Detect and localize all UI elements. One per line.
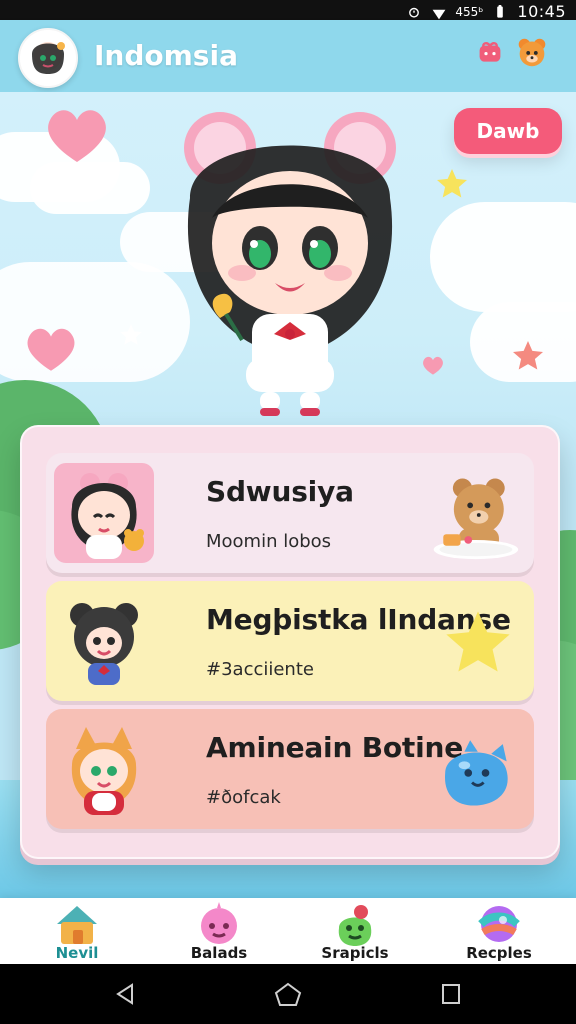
pink-creature-icon xyxy=(193,902,245,946)
card-subtitle-3: #ðofcak xyxy=(206,787,281,808)
back-icon[interactable] xyxy=(108,979,142,1009)
card-title-3: Amineain Botine xyxy=(206,731,464,764)
nav-label-srapicls: Srapicls xyxy=(321,944,389,962)
chibi-girl-with-buns xyxy=(184,112,396,416)
chibi-avatar-icon xyxy=(20,30,76,86)
bottom-navigation: Nevil Balads Srapicls Recples xyxy=(0,898,576,964)
thumb-3 xyxy=(54,719,154,819)
star-decoration-icon xyxy=(437,169,467,198)
star-icon xyxy=(446,611,510,672)
heart-decoration-icon xyxy=(48,110,106,162)
status-bar: 455ᵇ 10:45 xyxy=(0,0,576,21)
signal-icon xyxy=(431,5,446,19)
card-side-3 xyxy=(426,723,522,819)
cloud xyxy=(430,202,576,312)
list-card-1[interactable]: Sdwusiya Moomin lobos xyxy=(46,453,534,573)
chibi-girl-bear-icon xyxy=(71,473,144,559)
nav-label-balads: Balads xyxy=(190,944,248,962)
chibi-cat-girl-icon xyxy=(71,727,137,815)
green-creature-icon xyxy=(329,902,381,946)
card-subtitle-1: Moomin lobos xyxy=(206,531,332,552)
nav-item-home[interactable]: Nevil xyxy=(22,900,132,962)
cloud xyxy=(30,162,150,214)
alarm-icon xyxy=(407,5,421,19)
collections-panel: Sdwusiya Moomin lobos Megþistka lIndanse… xyxy=(20,425,560,859)
status-right: 455ᵇ 10:45 xyxy=(407,2,566,21)
thumb-1 xyxy=(54,463,154,563)
clock-time: 10:45 xyxy=(517,2,566,21)
system-navigation-bar xyxy=(0,964,576,1024)
header-bear-button[interactable] xyxy=(512,32,552,72)
chibi-bear-girl-icon xyxy=(70,603,138,685)
app-title: Indomsia xyxy=(94,39,238,72)
colorful-ball-icon xyxy=(473,902,525,946)
nav-item-srapicls[interactable]: Srapicls xyxy=(300,900,410,962)
nav-label-home: Nevil xyxy=(55,944,99,962)
gift-heart-icon xyxy=(479,42,501,62)
card-subtitle-2: #3acciiente xyxy=(206,659,314,680)
home-system-icon[interactable] xyxy=(271,979,305,1009)
bear-face-icon xyxy=(518,38,546,67)
nav-item-balads[interactable]: Balads xyxy=(164,900,274,962)
nav-label-recples: Recples xyxy=(466,944,532,962)
card-title-1: Sdwusiya xyxy=(206,475,354,508)
nav-item-recples[interactable]: Recples xyxy=(444,900,554,962)
app-header: Indomsia xyxy=(0,20,576,92)
card-side-1 xyxy=(426,467,522,563)
battery-icon xyxy=(493,4,507,19)
header-gift-button[interactable] xyxy=(470,32,510,72)
battery-text: 455ᵇ xyxy=(455,4,484,19)
home-icon xyxy=(51,902,103,946)
thumb-2 xyxy=(54,591,154,691)
dawb-button[interactable]: Dawb xyxy=(454,108,562,154)
profile-avatar-button[interactable] xyxy=(18,28,78,88)
card-side-2 xyxy=(440,605,516,681)
bear-with-tray-icon xyxy=(433,478,519,560)
list-card-3[interactable]: Amineain Botine #ðofcak xyxy=(46,709,534,829)
star-decoration-icon xyxy=(120,324,142,345)
blue-slime-cat-icon xyxy=(444,740,508,806)
recents-icon[interactable] xyxy=(434,979,468,1009)
list-card-2[interactable]: Megþistka lIndanse #3acciiente xyxy=(46,581,534,701)
